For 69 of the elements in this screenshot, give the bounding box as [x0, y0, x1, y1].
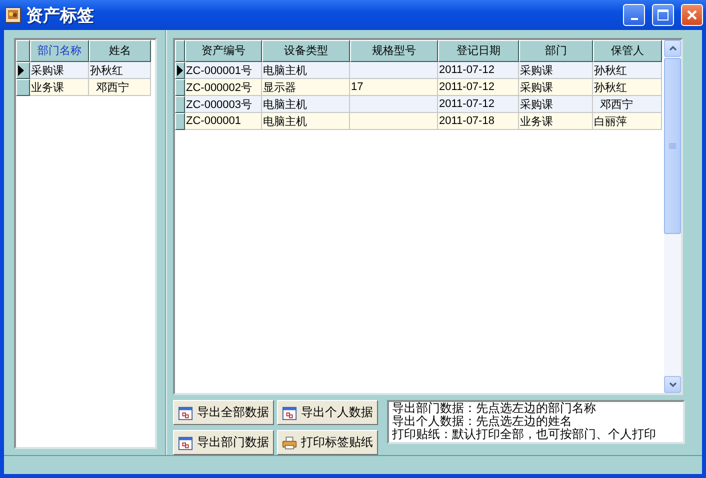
department-staff-table[interactable]: 部门名称 姓名 采购课 孙秋红 业务课 邓西宁: [14, 38, 157, 449]
row-indicator[interactable]: [175, 79, 185, 96]
maximize-button[interactable]: [652, 4, 674, 26]
asset-table[interactable]: 资产编号 设备类型 规格型号 登记日期 部门 保管人 ZC-000001号 电脑主机 2011-07-12 采购课 孙秋红 ZC-000002号 显示器 17 2011-07-12 采购课 孙秋红 ZC-000003号 电脑主机 2011-07-12 采购课 邓西宁 ZC-000001 电脑主机 2011-07-18 业务课 白丽萍: [173, 38, 683, 395]
table-cell: 电脑主机: [262, 62, 350, 79]
current-row-arrow-icon: [17, 65, 24, 76]
table-cell: 白丽萍: [593, 113, 662, 130]
row-indicator[interactable]: [16, 79, 30, 96]
table-cell: 采购课: [30, 62, 89, 79]
row-indicator[interactable]: [175, 62, 185, 79]
header-corner: [175, 40, 185, 62]
table-cell: 2011-07-18: [438, 113, 519, 130]
help-text: 导出部门数据：先点选左边的部门名称: [392, 402, 597, 415]
calendar-icon: [178, 404, 193, 420]
scrollbar-thumb[interactable]: [664, 58, 681, 234]
toolbar-button[interactable]: 打印标签贴纸: [277, 430, 378, 455]
minimize-button[interactable]: [623, 4, 645, 26]
table-cell: 采购课: [519, 96, 593, 113]
table-cell: ZC-000001号: [185, 62, 262, 79]
table-cell: 2011-07-12: [438, 96, 519, 113]
column-header[interactable]: 规格型号: [350, 40, 438, 62]
table-cell: 2011-07-12: [438, 62, 519, 79]
table-cell: 业务课: [519, 113, 593, 130]
table-cell: 孙秋红: [89, 62, 151, 79]
column-header[interactable]: 部门: [519, 40, 593, 62]
table-cell: 采购课: [519, 62, 593, 79]
table-cell: ZC-000002号: [185, 79, 262, 96]
table-cell: 邓西宁: [593, 96, 662, 113]
table-cell: 业务课: [30, 79, 89, 96]
calendar-icon: [282, 404, 297, 420]
help-text: 导出个人数据：先点选左边的姓名: [392, 415, 573, 428]
table-cell: 采购课: [519, 79, 593, 96]
close-icon: [686, 9, 698, 21]
table-cell: ZC-000003号: [185, 96, 262, 113]
table-cell: 电脑主机: [262, 113, 350, 130]
minimize-icon: [630, 18, 638, 20]
column-header[interactable]: 部门名称: [30, 40, 89, 62]
row-indicator[interactable]: [175, 96, 185, 113]
window-title: 资产标签: [26, 4, 95, 26]
row-indicator[interactable]: [16, 62, 30, 79]
caret-up-icon: [668, 46, 676, 51]
maximize-icon: [657, 9, 669, 21]
close-button[interactable]: [681, 4, 703, 26]
app-icon: [5, 7, 21, 23]
table-cell: 2011-07-12: [438, 79, 519, 96]
column-header[interactable]: 设备类型: [262, 40, 350, 62]
toolbar-button[interactable]: 导出全部数据: [173, 400, 274, 425]
toolbar-button[interactable]: 导出部门数据: [173, 430, 274, 455]
table-cell: 邓西宁: [89, 79, 151, 96]
scroll-up-button[interactable]: [664, 40, 681, 57]
toolbar-button[interactable]: 导出个人数据: [277, 400, 378, 425]
table-cell: 孙秋红: [593, 62, 662, 79]
header-corner: [16, 40, 30, 62]
current-row-arrow-icon: [176, 65, 183, 76]
table-cell: 孙秋红: [593, 79, 662, 96]
table-cell: 电脑主机: [262, 96, 350, 113]
caret-down-icon: [668, 382, 676, 387]
printer-icon: [282, 434, 297, 450]
row-indicator[interactable]: [175, 113, 185, 130]
column-header[interactable]: 保管人: [593, 40, 662, 62]
help-text: 打印贴纸：默认打印全部，也可按部门、个人打印: [392, 428, 657, 441]
table-cell: ZC-000001: [185, 113, 262, 130]
column-header[interactable]: 姓名: [89, 40, 151, 62]
column-header[interactable]: 登记日期: [438, 40, 519, 62]
table-cell: 17: [350, 79, 438, 96]
table-cell: 显示器: [262, 79, 350, 96]
scroll-down-button[interactable]: [664, 376, 681, 393]
calendar-icon: [178, 434, 193, 450]
column-header[interactable]: 资产编号: [185, 40, 262, 62]
